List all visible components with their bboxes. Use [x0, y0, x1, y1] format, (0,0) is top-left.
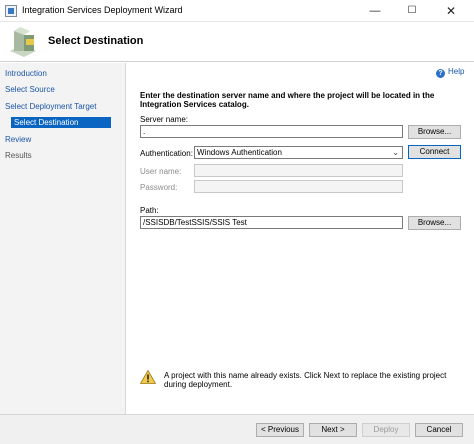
warning-icon	[140, 370, 156, 384]
close-button[interactable]: ✕	[436, 2, 466, 20]
connect-button[interactable]: Connect	[408, 145, 461, 159]
warning-text: A project with this name already exists.…	[164, 371, 447, 389]
cancel-button[interactable]: Cancel	[415, 423, 463, 437]
instruction-text: Enter the destination server name and wh…	[140, 91, 435, 109]
window-title: Integration Services Deployment Wizard	[22, 5, 183, 15]
page-title: Select Destination	[48, 35, 144, 47]
wizard-footer: < Previous Next > Deploy Cancel	[0, 414, 474, 444]
wizard-graphic-icon	[10, 27, 36, 57]
next-button[interactable]: Next >	[309, 423, 357, 437]
path-input[interactable]: /SSISDB/TestSSIS/SSIS Test	[140, 216, 403, 229]
minimize-button[interactable]: —	[360, 2, 390, 20]
path-browse-button[interactable]: Browse...	[408, 216, 461, 230]
help-icon: ?	[436, 69, 445, 78]
help-label: Help	[448, 67, 465, 76]
main-content: ? Help Enter the destination server name …	[127, 63, 474, 414]
server-name-input[interactable]: .	[140, 125, 403, 138]
deploy-button[interactable]: Deploy	[362, 423, 410, 437]
title-bar: Integration Services Deployment Wizard —…	[0, 0, 474, 22]
authentication-select[interactable]: Windows Authentication ⌄	[194, 146, 403, 159]
sidebar-item-select-destination[interactable]: Select Destination	[11, 117, 111, 128]
password-label: Password:	[140, 183, 178, 192]
server-name-label: Server name:	[140, 115, 189, 124]
user-name-label: User name:	[140, 167, 182, 176]
help-link[interactable]: ? Help	[436, 67, 464, 78]
sidebar-item-select-source[interactable]: Select Source	[5, 85, 55, 94]
sidebar-item-results: Results	[5, 151, 32, 160]
wizard-header: Select Destination	[0, 22, 474, 62]
user-name-input[interactable]	[194, 164, 403, 177]
password-input[interactable]	[194, 180, 403, 193]
wizard-sidebar: Introduction Select Source Select Deploy…	[0, 63, 126, 414]
sidebar-item-introduction[interactable]: Introduction	[5, 69, 47, 78]
authentication-label: Authentication:	[140, 149, 193, 158]
sidebar-item-select-deployment-target[interactable]: Select Deployment Target	[5, 102, 96, 111]
maximize-button[interactable]: ☐	[397, 2, 427, 20]
path-label: Path:	[140, 206, 159, 215]
authentication-value: Windows Authentication	[197, 148, 282, 157]
previous-button[interactable]: < Previous	[256, 423, 304, 437]
chevron-down-icon: ⌄	[392, 148, 399, 157]
app-icon	[5, 5, 17, 17]
server-browse-button[interactable]: Browse...	[408, 125, 461, 139]
sidebar-item-review[interactable]: Review	[5, 135, 31, 144]
